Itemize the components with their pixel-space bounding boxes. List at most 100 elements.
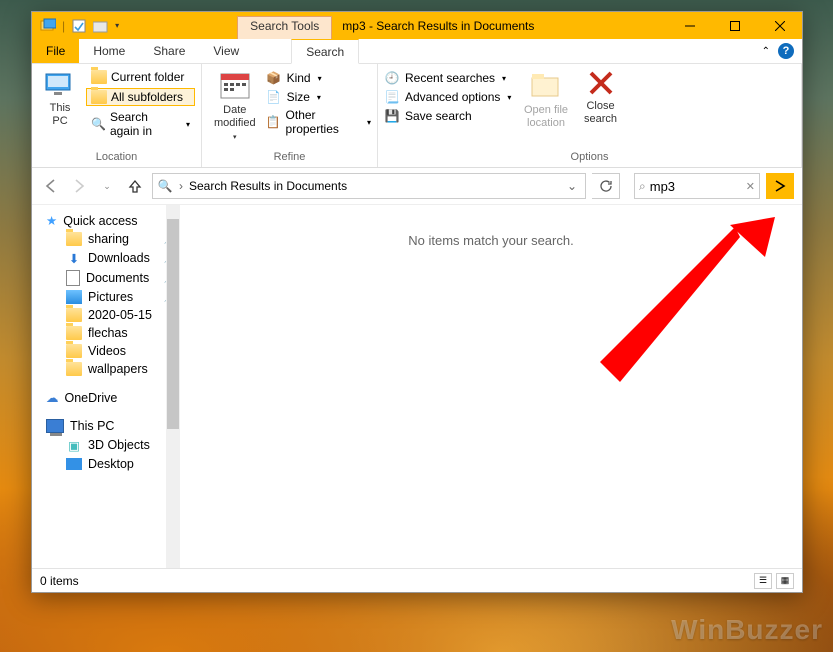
tab-search[interactable]: Search	[291, 39, 359, 64]
watermark: WinBuzzer	[671, 614, 823, 646]
explorer-icon	[40, 18, 56, 34]
collapse-ribbon-icon[interactable]: ⌃	[762, 46, 770, 57]
sidebar-item-label: 3D Objects	[88, 438, 150, 452]
search-go-button[interactable]	[766, 173, 794, 199]
other-properties-filter[interactable]: 📋Other properties▾	[266, 108, 371, 136]
folder-icon	[91, 70, 107, 84]
current-folder-option[interactable]: Current folder	[86, 68, 195, 86]
quick-access-toolbar: | ▾	[32, 18, 127, 34]
this-pc-icon	[44, 70, 76, 98]
search-input[interactable]: ⌕ mp3 ✕	[634, 173, 760, 199]
recent-locations-button[interactable]: ⌄	[96, 175, 118, 197]
3d-objects-icon: ▣	[66, 437, 82, 453]
pictures-icon	[66, 290, 82, 304]
properties-icon[interactable]	[71, 18, 87, 34]
qat-dropdown-icon[interactable]: ▾	[115, 21, 119, 30]
tab-file[interactable]: File	[32, 39, 79, 63]
open-file-location-button[interactable]: Open file location	[518, 68, 574, 132]
sidebar-item-pictures[interactable]: Pictures📌	[32, 288, 180, 306]
navigation-pane[interactable]: ★Quick access sharing📌⬇Downloads📌Documen…	[32, 205, 180, 568]
close-button[interactable]	[757, 12, 802, 39]
close-search-button[interactable]: Close search	[578, 68, 623, 128]
sidebar-item-label: Pictures	[88, 290, 133, 304]
titlebar: | ▾ Search Tools mp3 - Search Results in…	[32, 12, 802, 39]
maximize-button[interactable]	[712, 12, 757, 39]
address-dropdown-icon[interactable]: ⌄	[563, 179, 581, 193]
save-search-button[interactable]: 💾Save search	[384, 108, 514, 124]
sidebar-item-downloads[interactable]: ⬇Downloads📌	[32, 248, 180, 268]
sidebar-item-3d-objects[interactable]: ▣ 3D Objects	[32, 435, 180, 455]
status-bar: 0 items ☰ ▦	[32, 568, 802, 592]
date-modified-button[interactable]: Date modified▾	[208, 68, 262, 145]
sidebar-item-2020-05-15[interactable]: 2020-05-15	[32, 306, 180, 324]
search-again-in-option[interactable]: 🔍Search again in▾	[86, 108, 195, 140]
scrollbar-thumb[interactable]	[167, 219, 179, 429]
sidebar-item-label: wallpapers	[88, 362, 148, 376]
group-label-options: Options	[384, 149, 795, 163]
sidebar-item-label: Desktop	[88, 457, 134, 471]
sidebar-item-label: 2020-05-15	[88, 308, 152, 322]
search-icon: 🔍	[91, 116, 106, 132]
advanced-options-button[interactable]: 📃Advanced options▾	[384, 89, 514, 105]
details-view-button[interactable]: ☰	[754, 573, 772, 589]
refresh-button[interactable]	[592, 173, 620, 199]
sidebar-item-wallpapers[interactable]: wallpapers	[32, 360, 180, 378]
tab-share[interactable]: Share	[139, 39, 199, 63]
sidebar-item-label: Videos	[88, 344, 126, 358]
size-icon: 📄	[266, 89, 282, 105]
star-icon: ★	[46, 213, 57, 228]
sidebar-item-documents[interactable]: Documents📌	[32, 268, 180, 288]
folder-icon	[66, 232, 82, 246]
cloud-icon: ☁	[46, 390, 59, 405]
this-pc-header[interactable]: This PC	[32, 417, 180, 435]
sidebar-scrollbar[interactable]	[166, 205, 180, 568]
properties-icon: 📋	[266, 114, 281, 130]
kind-filter[interactable]: 📦Kind▾	[266, 70, 371, 86]
save-icon: 💾	[384, 108, 400, 124]
content-body: ★Quick access sharing📌⬇Downloads📌Documen…	[32, 204, 802, 568]
clear-search-icon[interactable]: ✕	[746, 180, 755, 193]
this-pc-button[interactable]: This PC	[38, 68, 82, 130]
folder-icon	[66, 362, 82, 376]
sidebar-item-desktop[interactable]: Desktop	[32, 455, 180, 473]
folder-icon	[66, 308, 82, 322]
tab-view[interactable]: View	[199, 39, 253, 63]
address-bar[interactable]: 🔍 › Search Results in Documents ⌄	[152, 173, 586, 199]
clock-icon: 🕘	[384, 70, 400, 86]
explorer-window: | ▾ Search Tools mp3 - Search Results in…	[31, 11, 803, 593]
large-icons-view-button[interactable]: ▦	[776, 573, 794, 589]
quick-access-header[interactable]: ★Quick access	[32, 211, 180, 230]
desktop-icon	[66, 458, 82, 470]
close-x-icon	[588, 70, 614, 96]
contextual-tab-search-tools[interactable]: Search Tools	[237, 16, 332, 39]
onedrive-header[interactable]: ☁OneDrive	[32, 388, 180, 407]
minimize-button[interactable]	[667, 12, 712, 39]
up-button[interactable]	[124, 175, 146, 197]
new-folder-icon[interactable]	[93, 18, 109, 34]
back-button[interactable]	[40, 175, 62, 197]
sidebar-item-videos[interactable]: Videos	[32, 342, 180, 360]
ribbon-tabs: File Home Share View Search ⌃ ?	[32, 39, 802, 64]
sidebar-item-label: sharing	[88, 232, 129, 246]
sidebar-item-flechas[interactable]: flechas	[32, 324, 180, 342]
ribbon: This PC Current folder All subfolders 🔍S…	[32, 64, 802, 168]
forward-button[interactable]	[68, 175, 90, 197]
divider: |	[62, 19, 65, 33]
download-icon: ⬇	[66, 250, 82, 266]
search-query-text: mp3	[650, 179, 742, 194]
search-icon: ⌕	[639, 179, 646, 194]
group-label-refine: Refine	[208, 149, 371, 163]
list-icon: 📃	[384, 89, 400, 105]
results-pane: No items match your search.	[180, 205, 802, 568]
all-subfolders-option[interactable]: All subfolders	[86, 88, 195, 106]
folder-icon	[66, 344, 82, 358]
tab-home[interactable]: Home	[79, 39, 139, 63]
help-icon[interactable]: ?	[778, 43, 794, 59]
size-filter[interactable]: 📄Size▾	[266, 89, 371, 105]
sidebar-item-label: flechas	[88, 326, 128, 340]
group-label-location: Location	[38, 149, 195, 163]
sidebar-item-sharing[interactable]: sharing📌	[32, 230, 180, 248]
pc-icon	[46, 419, 64, 433]
recent-searches-button[interactable]: 🕘Recent searches▾	[384, 70, 514, 86]
address-path: Search Results in Documents	[189, 179, 347, 193]
